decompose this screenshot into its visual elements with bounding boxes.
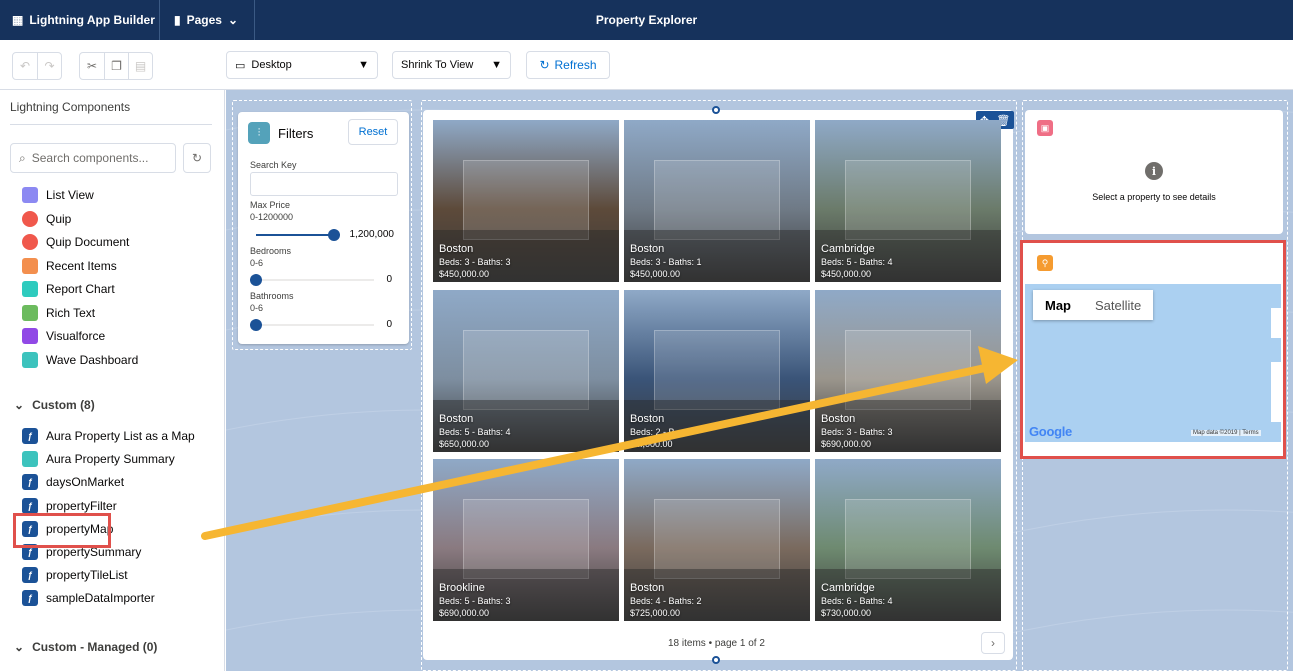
drag-arrow bbox=[201, 346, 1018, 540]
